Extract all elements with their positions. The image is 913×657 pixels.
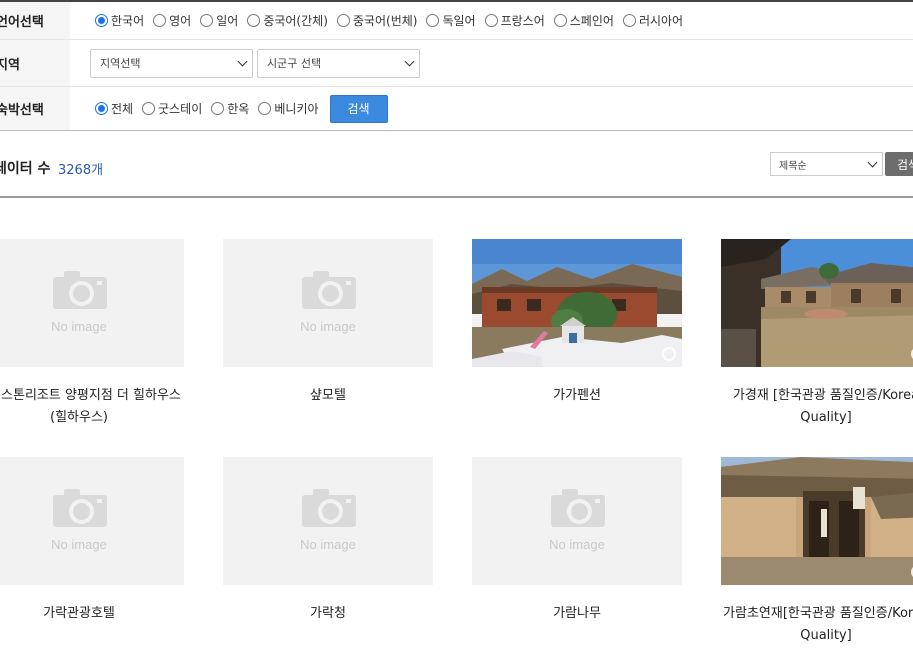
watermark-icon: [662, 347, 676, 361]
lodging-filter-row: 숙박선택 전체 굿스테이 한옥 베니키아 검색: [0, 87, 913, 131]
language-filter-label: 언어선택: [0, 2, 70, 39]
thatched-gate-photo: [721, 457, 913, 585]
lodging-option-goodstay[interactable]: 굿스테이: [142, 100, 202, 117]
radio-icon: [95, 102, 108, 115]
lodging-filter-label: 숙박선택: [0, 87, 70, 130]
result-card[interactable]: No image 가락관광호텔: [0, 457, 184, 625]
language-option-zh-cn[interactable]: 중국어(간체): [247, 12, 328, 29]
radio-icon: [200, 14, 214, 27]
search-button[interactable]: 검색: [329, 94, 388, 123]
lodging-option-hanok[interactable]: 한옥: [211, 100, 249, 117]
no-image-placeholder: No image: [472, 457, 682, 585]
results-count-label: 데이터 수: [0, 161, 51, 177]
no-image-placeholder: No image: [223, 239, 433, 367]
wooden-pension-photo: [472, 239, 682, 367]
region-select[interactable]: 지역선택: [90, 48, 253, 78]
radio-icon: [142, 102, 156, 115]
lodging-option-all[interactable]: 전체: [95, 100, 133, 117]
chevron-down-icon: [237, 56, 248, 66]
result-card[interactable]: No image 가락청: [223, 457, 433, 625]
card-thumbnail: No image: [0, 457, 184, 585]
camera-icon: [53, 487, 107, 527]
results-count-value: 3268개: [58, 163, 104, 178]
result-card[interactable]: 가가펜션: [472, 239, 682, 407]
radio-icon: [553, 14, 567, 27]
no-image-placeholder: No image: [0, 457, 184, 585]
radio-icon: [153, 14, 167, 27]
sort-select[interactable]: 제목순: [770, 152, 883, 176]
camera-icon: [302, 269, 356, 309]
radio-icon: [211, 102, 225, 115]
camera-icon: [551, 487, 605, 527]
card-title[interactable]: 가가펜션: [472, 385, 682, 407]
radio-icon: [247, 14, 261, 27]
card-thumbnail: [721, 457, 913, 585]
region-filter-row: 지역 지역선택 시군구 선택: [0, 40, 913, 87]
result-card[interactable]: 가경재 [한국관광 품질인증/Korea Quality]: [721, 239, 913, 429]
language-option-fr[interactable]: 프랑스어: [484, 12, 545, 29]
result-card[interactable]: 가람초연재[한국관광 품질인증/Korea Quality]: [721, 457, 913, 647]
chevron-down-icon: [867, 157, 878, 167]
language-option-zh-tw[interactable]: 중국어(번체): [336, 12, 417, 29]
card-thumbnail: No image: [223, 239, 433, 367]
hanok-courtyard-photo: [721, 239, 913, 367]
card-title[interactable]: 가락청: [223, 603, 433, 625]
result-card[interactable]: No image 샾모텔: [223, 239, 433, 407]
no-image-placeholder: No image: [223, 457, 433, 585]
card-thumbnail: [472, 239, 682, 367]
lodging-option-benikea[interactable]: 베니키아: [258, 100, 319, 117]
camera-icon: [53, 269, 107, 309]
card-title[interactable]: 가람초연재[한국관광 품질인증/Korea Quality]: [721, 603, 913, 647]
card-title[interactable]: 가경재 [한국관광 품질인증/Korea Quality]: [721, 385, 913, 429]
language-option-en[interactable]: 영어: [153, 12, 191, 29]
region-filter-label: 지역: [0, 40, 70, 86]
card-title[interactable]: 샾모텔: [223, 385, 433, 407]
card-thumbnail: No image: [223, 457, 433, 585]
chevron-down-icon: [404, 56, 415, 66]
results-header: 데이터 수 3268개 제목순 검색: [0, 131, 913, 198]
radio-icon: [95, 14, 108, 27]
language-option-es[interactable]: 스페인어: [553, 12, 614, 29]
card-thumbnail: No image: [472, 457, 682, 585]
language-option-de[interactable]: 독일어: [426, 12, 476, 29]
card-title[interactable]: 라랙스톤리조트 양평지점 더 힐하우스(힐하우스): [0, 385, 184, 429]
language-option-ko[interactable]: 한국어: [95, 12, 144, 29]
radio-icon: [426, 14, 440, 27]
card-title[interactable]: 가람나무: [472, 603, 682, 625]
district-select[interactable]: 시군구 선택: [257, 48, 420, 78]
result-card[interactable]: No image 라랙스톤리조트 양평지점 더 힐하우스(힐하우스): [0, 239, 184, 429]
card-thumbnail: [721, 239, 913, 367]
card-thumbnail: No image: [0, 239, 184, 367]
radio-icon: [258, 102, 272, 115]
sort-search-button[interactable]: 검색: [885, 152, 913, 176]
language-option-ru[interactable]: 러시아어: [622, 12, 683, 29]
language-filter-row: 언어선택 한국어 영어 일어 중국어(간체) 중국어(번체) 독일어 프랑스어 …: [0, 2, 913, 40]
radio-icon: [484, 14, 498, 27]
radio-icon: [336, 14, 350, 27]
card-title[interactable]: 가락관광호텔: [0, 603, 184, 625]
camera-icon: [302, 487, 356, 527]
result-card[interactable]: No image 가람나무: [472, 457, 682, 625]
radio-icon: [622, 14, 636, 27]
language-option-ja[interactable]: 일어: [200, 12, 238, 29]
no-image-placeholder: No image: [0, 239, 184, 367]
